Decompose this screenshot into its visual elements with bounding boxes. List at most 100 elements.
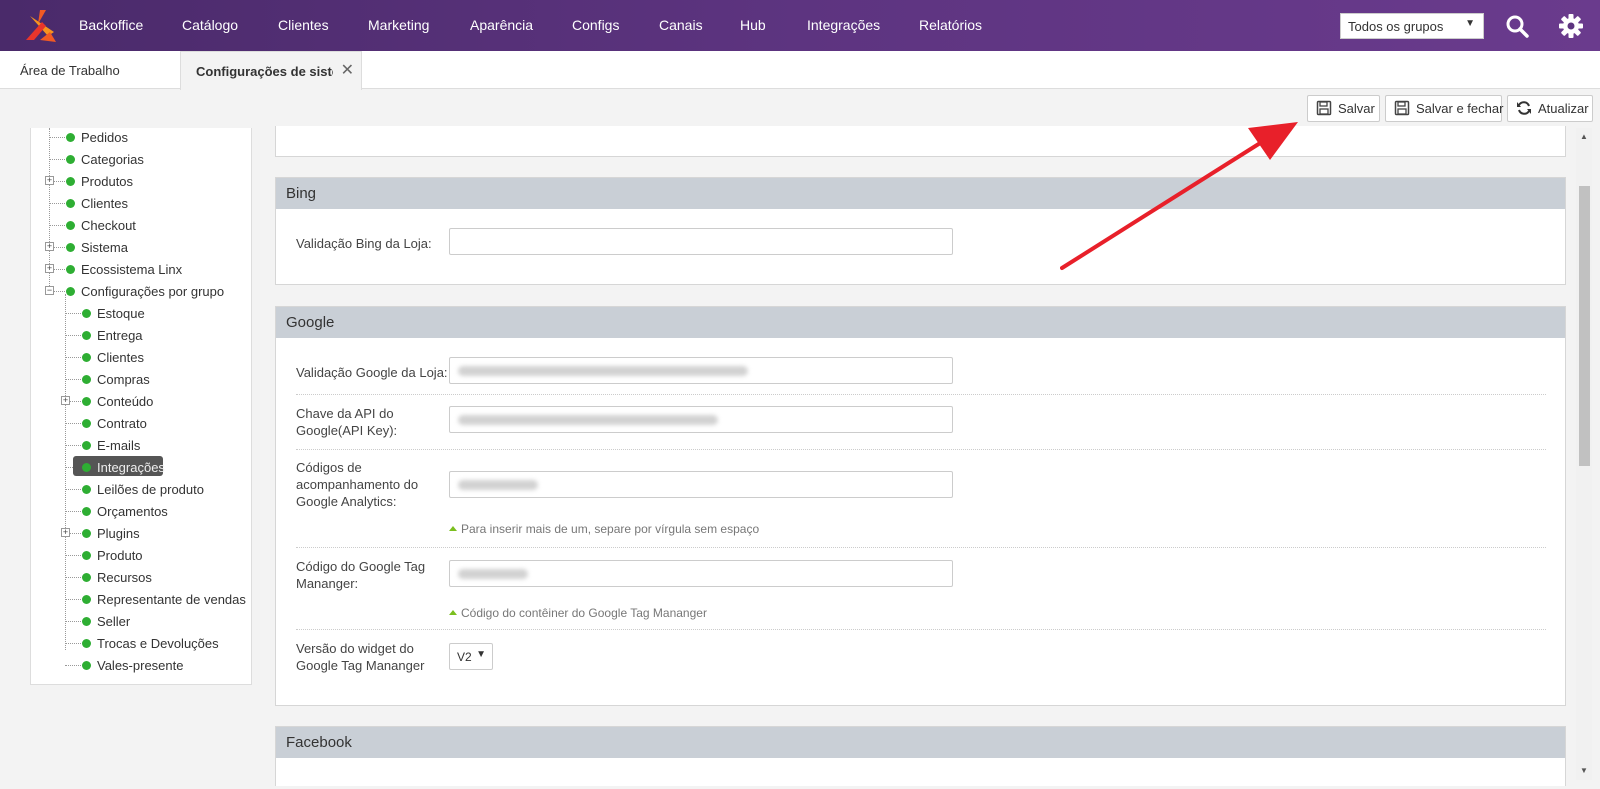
- nav-aparencia[interactable]: Aparência: [470, 17, 533, 33]
- scroll-up-icon[interactable]: ▲: [1580, 132, 1588, 141]
- floppy-disk-icon: [1394, 100, 1410, 116]
- status-dot: [82, 573, 91, 582]
- tree-item-label: Clientes: [81, 196, 128, 211]
- bing-panel: Bing Validação Bing da Loja:: [275, 177, 1566, 285]
- status-dot: [82, 309, 91, 318]
- google-validation-input[interactable]: [449, 357, 953, 384]
- refresh-icon: [1517, 101, 1531, 115]
- tree-line: [65, 357, 81, 358]
- scroll-thumb[interactable]: [1579, 186, 1590, 466]
- tree-line: [65, 555, 81, 556]
- refresh-button[interactable]: Atualizar: [1507, 95, 1593, 122]
- google-analytics-hint-text: Para inserir mais de um, separe por vírg…: [461, 522, 760, 536]
- status-dot: [82, 463, 91, 472]
- divider: [296, 547, 1546, 548]
- nav-clientes[interactable]: Clientes: [278, 17, 329, 33]
- tree-line: [49, 159, 65, 160]
- status-dot: [82, 441, 91, 450]
- main-scrollbar[interactable]: ▲ ▼: [1576, 128, 1592, 780]
- tree-item-label: Entrega: [97, 328, 143, 343]
- tree-line: [65, 621, 81, 622]
- tree-item-label: Pedidos: [81, 130, 128, 145]
- hint-arrow-icon: [449, 610, 457, 615]
- tree-line: [49, 225, 65, 226]
- status-dot: [66, 243, 75, 252]
- nav-backoffice[interactable]: Backoffice: [79, 17, 143, 33]
- nav-configs[interactable]: Configs: [572, 17, 619, 33]
- status-dot: [66, 133, 75, 142]
- google-widget-version-select[interactable]: V2 ▼: [449, 643, 493, 670]
- status-dot: [66, 155, 75, 164]
- google-panel-title: Google: [276, 307, 1565, 338]
- status-dot: [82, 397, 91, 406]
- tree-line: [65, 643, 81, 644]
- status-dot: [66, 287, 75, 296]
- status-dot: [82, 595, 91, 604]
- status-dot: [82, 507, 91, 516]
- google-gtm-label: Código do Google Tag Mananger:: [296, 559, 426, 591]
- status-dot: [66, 177, 75, 186]
- google-analytics-input[interactable]: [449, 471, 953, 498]
- tree-line: [65, 599, 81, 600]
- google-widget-version-label: Versão do widget do Google Tag Mananger: [296, 641, 425, 673]
- bing-panel-title: Bing: [276, 178, 1565, 209]
- expand-icon[interactable]: +: [61, 396, 70, 405]
- nav-integracoes[interactable]: Integrações: [807, 17, 880, 33]
- top-navigation-bar: Backoffice Catálogo Clientes Marketing A…: [0, 0, 1600, 51]
- google-gtm-hint-text: Código do contêiner do Google Tag Manang…: [461, 606, 707, 620]
- status-dot: [82, 375, 91, 384]
- nav-marketing[interactable]: Marketing: [368, 17, 429, 33]
- search-icon[interactable]: [1504, 13, 1530, 39]
- expand-icon[interactable]: +: [45, 264, 54, 273]
- status-dot: [82, 529, 91, 538]
- group-select[interactable]: Todos os grupos ▼: [1340, 13, 1484, 39]
- settings-tree: Pedidos Categorias + Produtos Clientes C…: [30, 128, 252, 685]
- tree-item-label: Compras: [97, 372, 150, 387]
- tree-line: [65, 313, 81, 314]
- facebook-panel-title: Facebook: [276, 727, 1565, 758]
- tree-item-label: Orçamentos: [97, 504, 168, 519]
- tree-line: [65, 445, 81, 446]
- tree-item-label: Trocas e Devoluções: [97, 636, 219, 651]
- google-validation-label: Validação Google da Loja:: [296, 365, 448, 380]
- floppy-disk-icon: [1316, 100, 1332, 116]
- expand-icon[interactable]: +: [45, 176, 54, 185]
- status-dot: [82, 353, 91, 362]
- bing-validation-input[interactable]: [449, 228, 953, 255]
- nav-canais[interactable]: Canais: [659, 17, 703, 33]
- tree-item-label: Produtos: [81, 174, 134, 189]
- tree-item-label: Configurações por grupo: [81, 284, 225, 299]
- nav-catalogo[interactable]: Catálogo: [182, 17, 238, 33]
- linx-logo-icon[interactable]: [26, 10, 56, 42]
- expand-icon[interactable]: +: [45, 242, 54, 251]
- tree-item-label: Integrações: [97, 460, 165, 475]
- status-dot: [82, 485, 91, 494]
- divider: [296, 449, 1546, 450]
- collapse-icon[interactable]: −: [45, 286, 54, 295]
- gear-icon[interactable]: [1558, 13, 1584, 39]
- google-api-key-input[interactable]: [449, 406, 953, 433]
- expand-icon[interactable]: +: [61, 528, 70, 537]
- tab-configuracoes-de-sistema[interactable]: Configurações de sistema ✕: [180, 51, 362, 90]
- tree-line: [65, 665, 81, 666]
- google-gtm-hint: Código do contêiner do Google Tag Manang…: [449, 606, 707, 620]
- chevron-down-icon: ▼: [476, 649, 486, 660]
- tree-line: [65, 335, 81, 336]
- google-gtm-input[interactable]: [449, 560, 953, 587]
- scroll-down-icon[interactable]: ▼: [1580, 766, 1588, 775]
- tree-item-label: Recursos: [97, 570, 152, 585]
- tree-item-label: Plugins: [97, 526, 140, 541]
- status-dot: [66, 265, 75, 274]
- tab-configuracoes-label: Configurações de sistema: [196, 64, 333, 79]
- tree-line: [65, 294, 66, 650]
- tab-area-de-trabalho[interactable]: Área de Trabalho: [20, 51, 120, 89]
- nav-relatorios[interactable]: Relatórios: [919, 17, 982, 33]
- redacted-value: [458, 480, 538, 490]
- save-button[interactable]: Salvar: [1307, 95, 1380, 122]
- save-and-close-button[interactable]: Salvar e fechar: [1385, 95, 1503, 122]
- nav-hub[interactable]: Hub: [740, 17, 766, 33]
- tree-line: [65, 577, 81, 578]
- google-analytics-label: Códigos de acompanhamento do Google Anal…: [296, 460, 419, 509]
- tabs-bar: Área de Trabalho Configurações de sistem…: [0, 51, 1600, 90]
- close-icon[interactable]: ✕: [341, 60, 354, 80]
